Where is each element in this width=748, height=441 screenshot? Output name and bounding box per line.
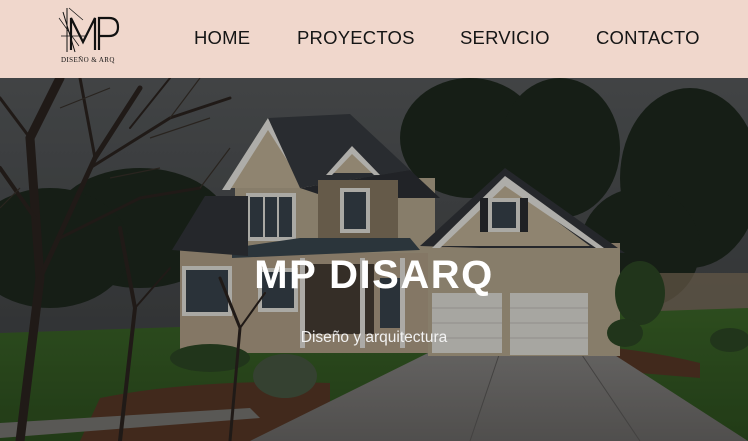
hero-title: MP DISARQ xyxy=(254,253,494,297)
logo-monogram-icon xyxy=(58,7,120,53)
hero-banner: MP DISARQ Diseño y arquitectura xyxy=(0,78,748,441)
nav-item-home[interactable]: HOME xyxy=(194,27,250,49)
brand-logo[interactable]: DISEÑO & ARQ xyxy=(55,6,125,64)
hero-subtitle: Diseño y arquitectura xyxy=(300,329,448,346)
navbar: DISEÑO & ARQ HOME PROYECTOS SERVICIO CON… xyxy=(0,0,748,78)
nav-item-contacto[interactable]: CONTACTO xyxy=(596,27,700,49)
logo-tagline: DISEÑO & ARQ xyxy=(61,56,115,64)
nav-item-servicio[interactable]: SERVICIO xyxy=(460,27,550,49)
nav-item-proyectos[interactable]: PROYECTOS xyxy=(297,27,415,49)
